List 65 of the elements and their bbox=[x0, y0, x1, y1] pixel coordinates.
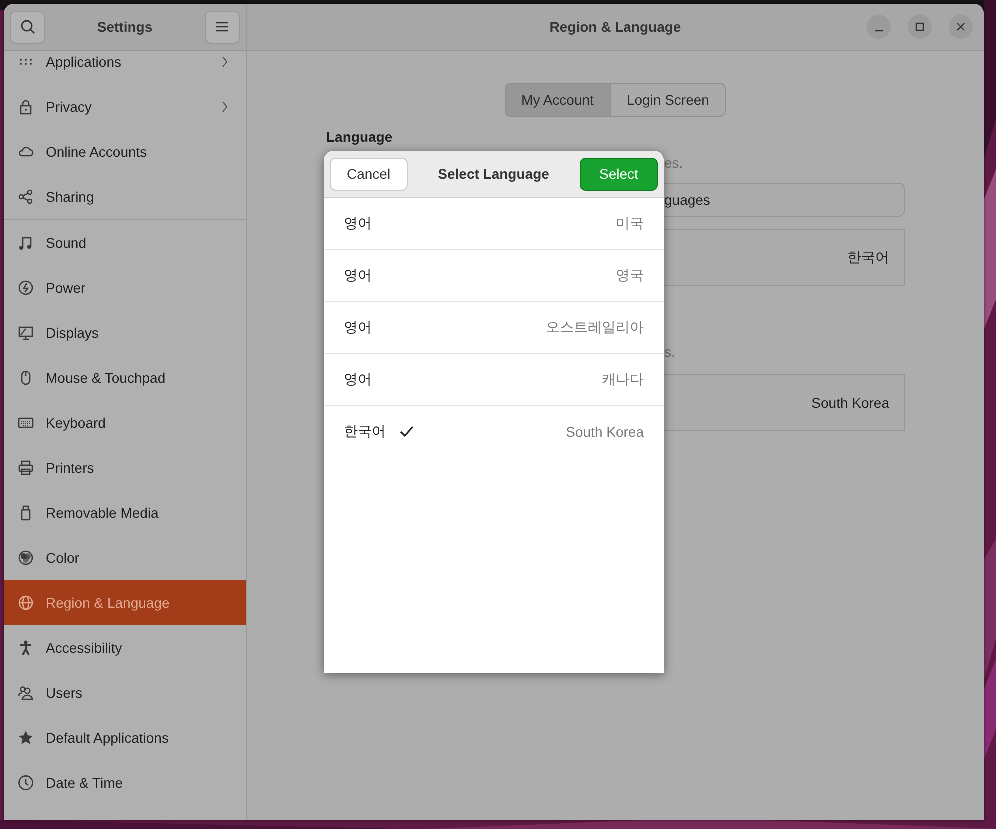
sidebar-item[interactable]: Printers bbox=[4, 445, 246, 490]
search-button[interactable] bbox=[10, 10, 45, 44]
sidebar-item[interactable]: Removable Media bbox=[4, 490, 246, 535]
sidebar-item[interactable]: Keyboard bbox=[4, 400, 246, 445]
language-row[interactable]: 영어 미국 bbox=[324, 198, 664, 250]
chevron-icon bbox=[222, 100, 228, 112]
sidebar-item[interactable]: Sharing bbox=[4, 174, 246, 219]
star-icon bbox=[18, 730, 34, 746]
country-name: 오스트레일리아 bbox=[546, 318, 644, 336]
sidebar-item[interactable]: Privacy bbox=[4, 84, 246, 129]
maximize-icon bbox=[915, 22, 925, 32]
lock-icon bbox=[18, 98, 34, 114]
sidebar-item[interactable]: Online Accounts bbox=[4, 129, 246, 174]
country-name: 영국 bbox=[616, 266, 644, 284]
sidebar-item[interactable]: Accessibility bbox=[4, 625, 246, 670]
sidebar-title: Settings bbox=[97, 19, 153, 35]
sidebar-item[interactable]: Color bbox=[4, 535, 246, 580]
menu-button[interactable] bbox=[204, 10, 240, 44]
section-heading: Language bbox=[326, 129, 394, 145]
maximize-button[interactable] bbox=[908, 15, 932, 39]
language-name: 영어 bbox=[344, 266, 372, 284]
share-icon bbox=[18, 188, 34, 204]
cancel-button[interactable]: Cancel bbox=[330, 158, 408, 190]
hint-text: s. bbox=[664, 344, 676, 360]
sidebar-item[interactable]: Mouse & Touchpad bbox=[4, 355, 246, 400]
minimize-icon bbox=[875, 30, 883, 32]
tab[interactable]: My Account bbox=[504, 83, 611, 117]
clock-icon bbox=[18, 774, 34, 790]
tab[interactable]: Login Screen bbox=[610, 83, 726, 117]
language-name: 영어 bbox=[344, 370, 372, 388]
language-name: 한국어 bbox=[344, 422, 386, 440]
language-row[interactable]: 한국어 South Korea bbox=[324, 406, 664, 457]
close-icon bbox=[956, 22, 966, 32]
sidebar-item[interactable]: Displays bbox=[4, 310, 246, 355]
color-wheel-icon bbox=[18, 550, 34, 566]
language-row[interactable]: 영어 캐나다 bbox=[324, 354, 664, 406]
close-button[interactable] bbox=[949, 15, 973, 39]
search-icon bbox=[20, 19, 36, 35]
music-note-icon bbox=[18, 234, 34, 250]
country-name: South Korea bbox=[566, 424, 644, 440]
users-icon bbox=[18, 684, 34, 700]
globe-icon bbox=[18, 594, 34, 610]
sidebar-item[interactable]: Power bbox=[4, 265, 246, 310]
sidebar-item[interactable]: Applications bbox=[4, 51, 246, 84]
display-icon bbox=[18, 324, 34, 340]
language-name: 영어 bbox=[344, 214, 372, 232]
printer-icon bbox=[18, 460, 34, 476]
country-name: 캐나다 bbox=[602, 370, 644, 388]
formats-value: South Korea bbox=[812, 394, 890, 410]
sidebar-item[interactable]: Users bbox=[4, 670, 246, 715]
chevron-icon bbox=[222, 56, 228, 68]
person-icon bbox=[18, 640, 34, 656]
sidebar-item[interactable]: Sound bbox=[4, 219, 246, 265]
sidebar-item[interactable]: Date & Time bbox=[4, 760, 246, 805]
menu-icon bbox=[216, 22, 228, 32]
sidebar-item[interactable]: Default Applications bbox=[4, 715, 246, 760]
power-icon bbox=[18, 280, 34, 296]
country-name: 미국 bbox=[616, 214, 644, 232]
language-value: 한국어 bbox=[848, 248, 890, 266]
window-title: Region & Language bbox=[550, 19, 682, 35]
language-row[interactable]: 영어 오스트레일리아 bbox=[324, 302, 664, 354]
hint-text: es. bbox=[664, 155, 684, 171]
language-row[interactable]: 영어 영국 bbox=[324, 250, 664, 302]
dialog-title: Select Language bbox=[438, 166, 550, 182]
language-name: 영어 bbox=[344, 318, 372, 336]
